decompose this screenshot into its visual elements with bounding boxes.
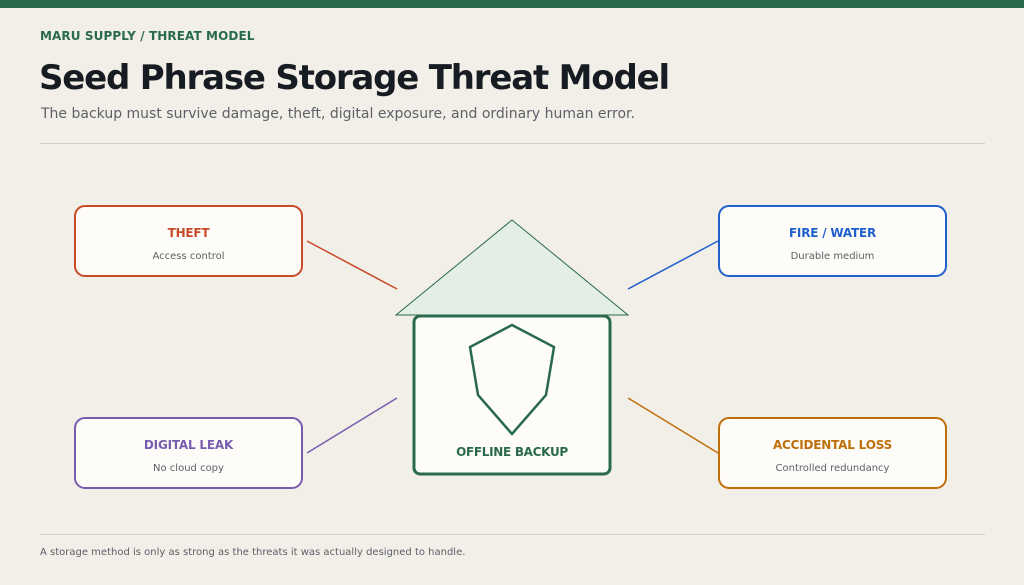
offline-backup-label: OFFLINE BACKUP — [456, 445, 568, 459]
threat-title: FIRE / WATER — [788, 226, 877, 240]
threat-control: Access control — [152, 251, 225, 262]
threat-card-fire-water: FIRE / WATER Durable medium — [718, 205, 947, 277]
vault-roof — [394, 219, 630, 316]
threat-card-theft: THEFT Access control — [74, 205, 303, 277]
connector-theft — [306, 240, 398, 290]
connector-digital-leak — [306, 397, 398, 454]
threat-control: Durable medium — [790, 251, 875, 262]
threat-title: DIGITAL LEAK — [143, 438, 234, 452]
threat-card-accidental-loss: ACCIDENTAL LOSS Controlled redundancy — [718, 417, 947, 489]
threat-control: Controlled redundancy — [775, 463, 890, 474]
threat-title: ACCIDENTAL LOSS — [772, 438, 893, 452]
threat-control: No cloud copy — [153, 463, 224, 474]
threat-card-digital-leak: DIGITAL LEAK No cloud copy — [74, 417, 303, 489]
connector-fire-water — [627, 240, 719, 290]
threat-title: THEFT — [167, 226, 210, 240]
connector-accidental-loss — [627, 397, 719, 454]
threat-diagram — [306, 219, 719, 476]
footer-note: A storage method is only as strong as th… — [40, 547, 466, 558]
footer-divider — [40, 534, 985, 535]
